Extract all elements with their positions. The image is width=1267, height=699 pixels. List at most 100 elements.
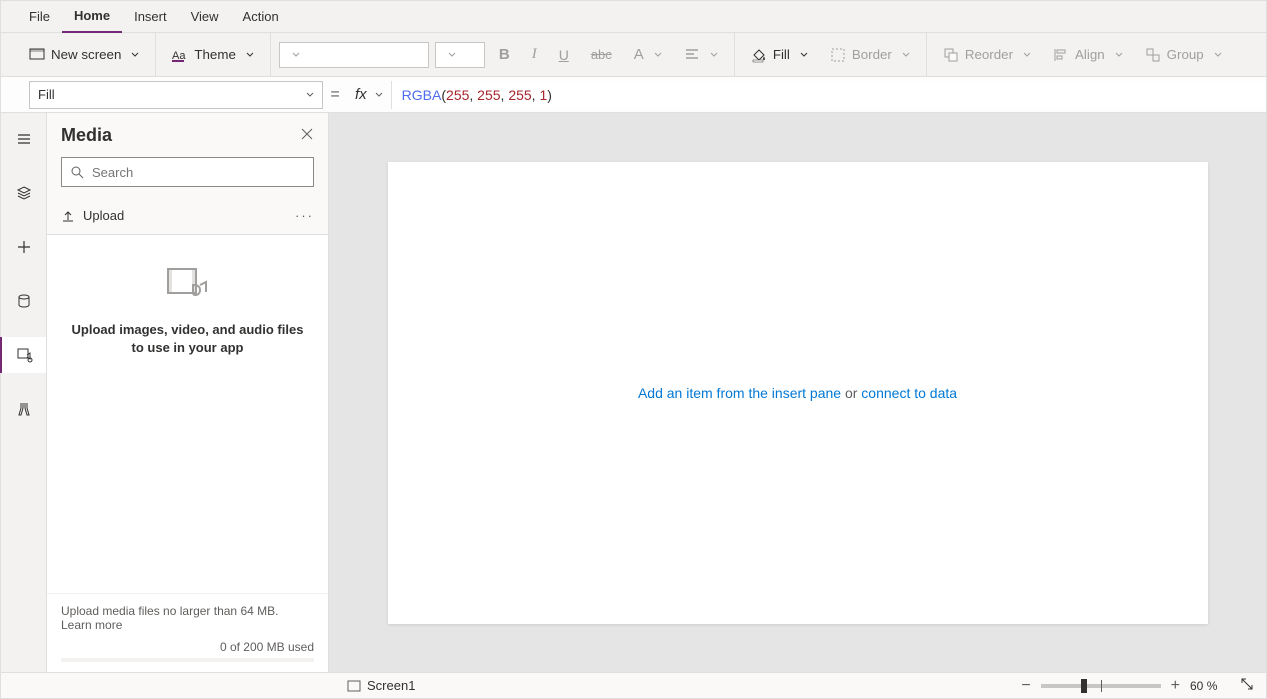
canvas-area: Add an item from the insert pane or conn… xyxy=(329,113,1266,672)
underline-icon: U xyxy=(559,47,569,63)
border-button[interactable]: Border xyxy=(822,41,918,69)
chevron-down-icon xyxy=(1214,51,1222,59)
border-icon xyxy=(830,47,846,63)
chevron-down-icon xyxy=(710,51,718,59)
chevron-down-icon xyxy=(292,51,300,59)
formula-input[interactable]: RGBA(255, 255, 255, 1) xyxy=(391,81,1266,109)
screen-selector[interactable]: Screen1 xyxy=(347,678,415,693)
zoom-in-button[interactable]: + xyxy=(1171,677,1180,695)
media-search-box[interactable] xyxy=(61,157,314,187)
chevron-down-icon xyxy=(1115,51,1123,59)
media-search-input[interactable] xyxy=(92,165,305,180)
ribbon: New screen Aa Theme B I U abc A Fill xyxy=(1,33,1266,77)
close-icon xyxy=(300,127,314,141)
fx-label: fx xyxy=(355,86,367,103)
zoom-thumb[interactable] xyxy=(1081,679,1087,693)
formula-bar: Fill = fx RGBA(255, 255, 255, 1) xyxy=(1,77,1266,113)
rail-tree-view-button[interactable] xyxy=(1,175,47,211)
menu-file[interactable]: File xyxy=(17,1,62,33)
menu-action[interactable]: Action xyxy=(231,1,291,33)
rail-insert-button[interactable] xyxy=(1,229,47,265)
menu-home[interactable]: Home xyxy=(62,1,122,33)
plus-icon xyxy=(16,239,32,255)
bold-icon: B xyxy=(499,46,510,63)
chevron-down-icon xyxy=(1023,51,1031,59)
group-label: Group xyxy=(1167,47,1204,62)
new-screen-button[interactable]: New screen xyxy=(21,41,147,69)
align-button[interactable]: Align xyxy=(1045,41,1131,69)
screen-name: Screen1 xyxy=(367,678,415,693)
screen-icon xyxy=(347,680,361,692)
canvas-hint: Add an item from the insert pane or conn… xyxy=(638,385,957,401)
zoom-slider[interactable] xyxy=(1041,684,1161,688)
media-placeholder-icon xyxy=(166,265,210,305)
menu-bar: File Home Insert View Action xyxy=(1,1,1266,33)
fullscreen-button[interactable] xyxy=(1240,677,1254,694)
menu-insert[interactable]: Insert xyxy=(122,1,179,33)
strikethrough-icon: abc xyxy=(591,47,612,62)
chevron-down-icon xyxy=(131,51,139,59)
property-name: Fill xyxy=(38,87,55,102)
bold-button[interactable]: B xyxy=(491,41,518,69)
rail-data-button[interactable] xyxy=(1,283,47,319)
border-label: Border xyxy=(852,47,892,62)
upload-label: Upload xyxy=(83,208,124,223)
zoom-controls: − + 60 % xyxy=(1021,677,1254,695)
font-color-button[interactable]: A xyxy=(626,41,670,69)
rail-hamburger-button[interactable] xyxy=(1,121,47,157)
chevron-down-icon xyxy=(375,91,383,99)
reorder-button[interactable]: Reorder xyxy=(935,41,1039,69)
search-icon xyxy=(70,165,84,179)
media-usage-text: 0 of 200 MB used xyxy=(61,640,314,654)
fill-label: Fill xyxy=(773,47,790,62)
fx-button[interactable]: fx xyxy=(347,86,391,103)
upload-button[interactable]: Upload xyxy=(61,208,124,223)
property-selector[interactable]: Fill xyxy=(29,81,323,109)
upload-icon xyxy=(61,209,75,223)
zoom-text: 60 % xyxy=(1190,679,1230,693)
underline-button[interactable]: U xyxy=(551,41,577,69)
left-rail xyxy=(1,113,47,672)
align-objects-icon xyxy=(1053,47,1069,63)
reorder-icon xyxy=(943,47,959,63)
zoom-out-button[interactable]: − xyxy=(1021,677,1030,695)
chevron-down-icon xyxy=(246,51,254,59)
expand-icon xyxy=(1240,677,1254,691)
chevron-down-icon xyxy=(800,51,808,59)
main-area: Media Upload ··· xyxy=(1,113,1266,672)
learn-more-link[interactable]: Learn more xyxy=(61,618,122,632)
text-align-button[interactable] xyxy=(676,41,726,69)
font-family-dropdown[interactable] xyxy=(279,42,429,68)
screen-icon xyxy=(29,47,45,63)
status-bar: Screen1 − + 60 % xyxy=(1,672,1266,698)
media-empty-text: Upload images, video, and audio files to… xyxy=(67,321,308,357)
italic-button[interactable]: I xyxy=(524,41,545,69)
screen-canvas[interactable]: Add an item from the insert pane or conn… xyxy=(388,162,1208,624)
rail-media-button[interactable] xyxy=(0,337,46,373)
media-panel: Media Upload ··· xyxy=(47,113,329,672)
more-options-button[interactable]: ··· xyxy=(295,208,314,223)
strikethrough-button[interactable]: abc xyxy=(583,41,620,69)
chevron-down-icon xyxy=(654,51,662,59)
font-size-dropdown[interactable] xyxy=(435,42,485,68)
new-screen-label: New screen xyxy=(51,47,121,62)
media-icon xyxy=(17,347,33,363)
tools-icon xyxy=(16,401,32,417)
layers-icon xyxy=(16,185,32,201)
rail-advanced-tools-button[interactable] xyxy=(1,391,47,427)
connect-data-link[interactable]: connect to data xyxy=(861,385,957,401)
menu-view[interactable]: View xyxy=(179,1,231,33)
theme-button[interactable]: Aa Theme xyxy=(164,41,261,69)
media-usage-bar xyxy=(61,658,314,662)
panel-close-button[interactable] xyxy=(300,127,314,144)
group-icon xyxy=(1145,47,1161,63)
group-button[interactable]: Group xyxy=(1137,41,1230,69)
insert-pane-link[interactable]: Add an item from the insert pane xyxy=(638,385,841,401)
fill-button[interactable]: Fill xyxy=(743,41,816,69)
align-label: Align xyxy=(1075,47,1105,62)
paint-bucket-icon xyxy=(751,47,767,63)
chevron-down-icon xyxy=(902,51,910,59)
theme-icon: Aa xyxy=(172,47,188,63)
font-color-icon: A xyxy=(634,46,644,63)
hamburger-icon xyxy=(16,131,32,147)
